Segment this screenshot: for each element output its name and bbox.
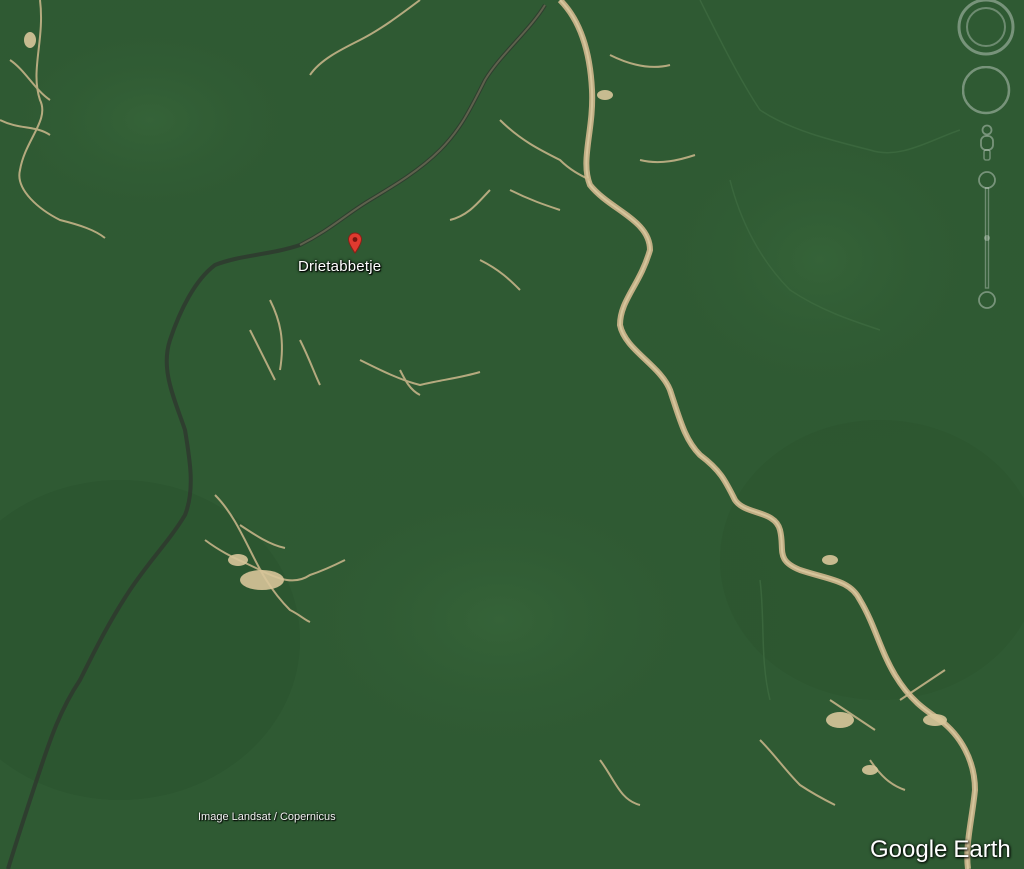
google-earth-logo: Google Earth: [870, 836, 1011, 864]
map-viewport[interactable]: Drietabbetje Image Landsat / Copernicus …: [0, 0, 1024, 869]
satellite-imagery: [0, 0, 1024, 869]
imagery-attribution: Image Landsat / Copernicus: [198, 811, 336, 823]
place-label[interactable]: Drietabbetje: [298, 258, 381, 275]
map-pin-icon[interactable]: [347, 232, 363, 254]
navigation-controls: [948, 0, 1024, 320]
tilt-ring-icon[interactable]: [962, 66, 1012, 116]
zoom-slider-icon[interactable]: [975, 168, 999, 314]
pegman-icon[interactable]: [975, 124, 999, 164]
brand-word-1: Google: [870, 836, 948, 863]
brand-word-2: Earth: [953, 836, 1011, 863]
compass-ring-icon[interactable]: [948, 0, 1024, 60]
